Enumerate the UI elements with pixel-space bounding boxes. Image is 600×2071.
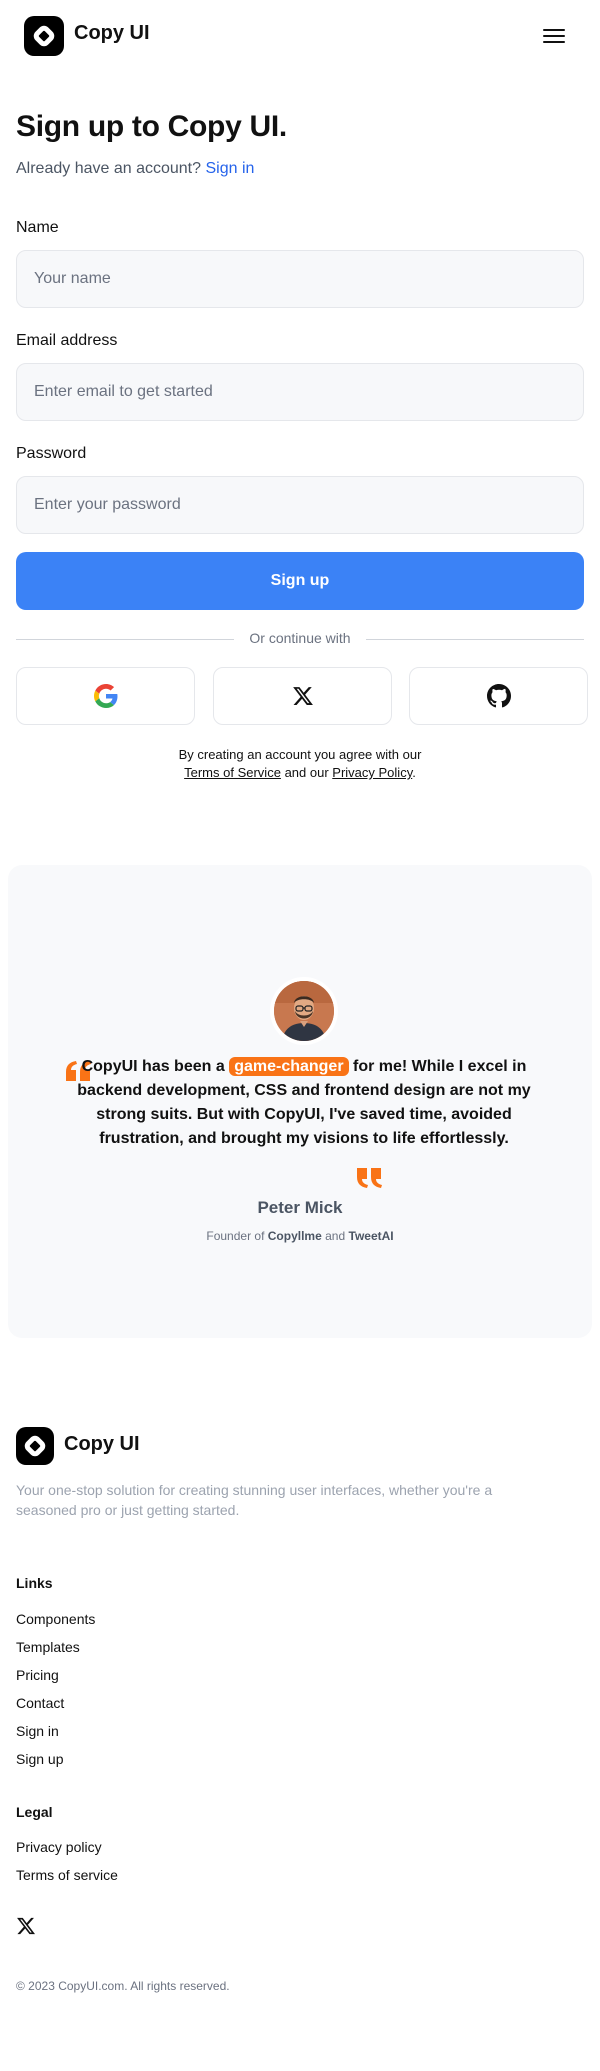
google-signin-button[interactable] [16, 667, 195, 725]
person-avatar-icon [274, 981, 334, 1041]
testimonial-role: Founder of Copyllme and TweetAI [8, 1229, 592, 1243]
copyui-logo-icon[interactable] [24, 16, 64, 56]
footer-tagline: Your one-stop solution for creating stun… [16, 1482, 493, 1518]
footer-link-templates[interactable]: Templates [16, 1639, 80, 1655]
links-heading: Links [16, 1575, 53, 1591]
hamburger-menu-icon[interactable] [540, 24, 568, 48]
footer-brand[interactable]: Copy UI [64, 1433, 140, 1456]
quote-text-before: CopyUI has been a [81, 1058, 230, 1075]
footer-link-pricing[interactable]: Pricing [16, 1667, 59, 1683]
role-and: and [325, 1229, 346, 1243]
company-copyllme: Copyllme [267, 1229, 322, 1243]
quote-highlight: game-changer [229, 1057, 349, 1076]
or-continue-with: Or continue with [249, 630, 351, 646]
footer-link-components[interactable]: Components [16, 1611, 95, 1627]
legal-heading: Legal [16, 1804, 53, 1820]
footer-link-sign-in[interactable]: Sign in [16, 1723, 59, 1739]
copyright-notice: © 2023 CopyUI.com. All rights reserved. [16, 1979, 230, 1993]
x-icon [292, 687, 313, 705]
privacy-policy-link[interactable]: Privacy Policy [332, 765, 412, 780]
sign-in-link[interactable]: Sign in [205, 160, 254, 177]
github-icon [486, 684, 511, 708]
google-icon [93, 684, 117, 708]
name-label: Name [16, 219, 59, 236]
footer-link-sign-up[interactable]: Sign up [16, 1751, 63, 1767]
footer-link-contact[interactable]: Contact [16, 1695, 64, 1711]
divider-line-right [366, 639, 584, 640]
testimonial-card: CopyUI has been a game-changer for me! W… [8, 865, 592, 1338]
testimonial-author: Peter Mick [257, 1198, 343, 1217]
name-input[interactable] [16, 250, 584, 308]
password-input[interactable] [16, 476, 584, 534]
page-title: Sign up to Copy UI. [16, 110, 287, 143]
already-have-account-text: Already have an account? [16, 160, 202, 177]
brand-name[interactable]: Copy UI [74, 22, 150, 45]
github-signin-button[interactable] [409, 667, 588, 725]
password-label: Password [16, 445, 87, 462]
terms-prefix: By creating an account you agree with ou… [178, 747, 422, 762]
x-icon[interactable] [16, 1916, 36, 1936]
footer-link-privacy-policy[interactable]: Privacy policy [16, 1839, 102, 1855]
terms-end: . [412, 765, 416, 780]
terms-notice: By creating an account you agree with ou… [0, 746, 600, 782]
site-header: Copy UI [0, 0, 600, 72]
testimonial-quote: CopyUI has been a game-changer for me! W… [74, 1055, 534, 1151]
terms-of-service-link[interactable]: Terms of Service [184, 765, 281, 780]
role-prefix: Founder of [206, 1229, 265, 1243]
footer-logo-icon[interactable] [16, 1427, 54, 1465]
already-have-account: Already have an account? Sign in [16, 160, 254, 178]
terms-and: and our [284, 765, 329, 780]
company-tweetai: TweetAI [348, 1229, 394, 1243]
avatar [270, 977, 338, 1045]
close-quote-icon [357, 1168, 382, 1188]
footer-link-terms-of-service[interactable]: Terms of service [16, 1867, 118, 1883]
email-input[interactable] [16, 363, 584, 421]
sign-up-button[interactable]: Sign up [16, 552, 584, 610]
email-label: Email address [16, 332, 118, 349]
x-signin-button[interactable] [213, 667, 392, 725]
